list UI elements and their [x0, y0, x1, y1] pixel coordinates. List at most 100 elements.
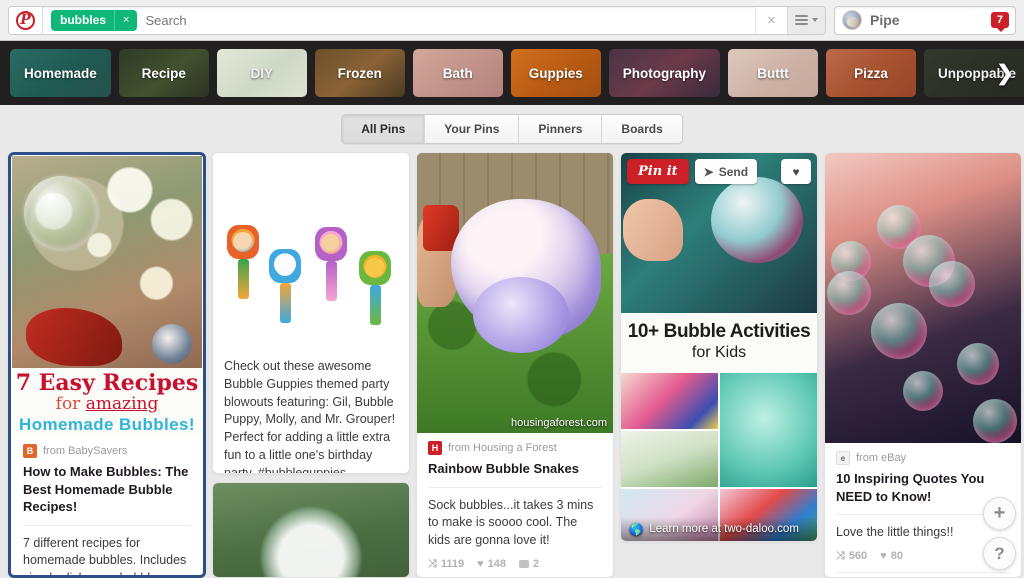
guide-tile-buttt[interactable]: Buttt — [728, 49, 819, 97]
pin-hover-actions: Pin it ➤ Send ♥ — [627, 159, 811, 184]
caption-line-1: 7 Easy Recipes — [15, 370, 199, 396]
paper-plane-icon: ➤ — [703, 164, 714, 179]
pin-card-how-to-make-bubbles[interactable]: 7 Easy Recipes for amazing Homemade Bubb… — [8, 152, 206, 578]
pin-description: 7 different recipes for homemade bubbles… — [23, 535, 187, 575]
guide-tile-label: Recipe — [141, 65, 186, 81]
top-bar: P bubbles × × Pipe 7 — [0, 0, 1024, 41]
overlay-title-line-2: for Kids — [691, 344, 747, 361]
comment-count: 2 — [532, 558, 540, 571]
bubble-shape-icon — [903, 371, 943, 411]
create-pin-button[interactable]: + — [983, 497, 1016, 530]
blowout-head — [227, 225, 259, 259]
pin-source-label: from eBay — [856, 452, 907, 464]
notification-badge[interactable]: 7 — [990, 12, 1009, 32]
pin-source[interactable]: B from BabySavers — [23, 444, 191, 458]
bubble-shape-icon — [929, 261, 975, 307]
pin-title[interactable]: Rainbow Bubble Snakes — [428, 460, 602, 487]
guide-tile-frozen[interactable]: Frozen — [314, 49, 405, 97]
learn-more-overlay[interactable]: 🌎 Learn more at two-daloo.com — [621, 517, 817, 541]
favicon-icon: H — [428, 441, 442, 455]
guide-tile-label: Photography — [622, 65, 707, 81]
guide-tile-bath[interactable]: Bath — [412, 49, 503, 97]
pin-source[interactable]: e from eBay — [836, 451, 1010, 465]
tab-your-pins[interactable]: Your Pins — [425, 114, 520, 143]
blowout-tube — [369, 285, 381, 325]
pin-meta: B from BabySavers How to Make Bubbles: T… — [12, 436, 202, 525]
search-menu-button[interactable] — [787, 6, 825, 34]
favicon-icon: B — [23, 444, 37, 458]
guide-tile-homemade[interactable]: Homemade — [10, 49, 111, 97]
help-button[interactable]: ? — [983, 537, 1016, 570]
pin-image-title-card: 10+ Bubble Activities for Kids — [621, 313, 817, 373]
search-bar[interactable]: P bubbles × × — [8, 5, 826, 35]
pin-image-caption: 7 Easy Recipes for amazing Homemade Bubb… — [12, 368, 202, 436]
comment-icon — [518, 560, 529, 569]
pin-source-label: from BabySavers — [43, 445, 128, 457]
like-button[interactable]: ♥ — [781, 159, 811, 184]
pin-column-4: Pin it ➤ Send ♥ 10+ Bubble Activities fo… — [620, 152, 818, 578]
guide-tile-label: Pizza — [854, 65, 888, 81]
search-tag-bubbles[interactable]: bubbles × — [51, 9, 138, 31]
blowout-tube — [237, 259, 249, 299]
repin-icon: ⤨ — [428, 557, 437, 570]
guide-strip: Homemade Recipe DIY Frozen Bath Guppies Photog… — [0, 41, 1024, 105]
pin-source-label: from Housing a Forest — [448, 442, 557, 454]
guide-tile-label: Buttt — [757, 65, 789, 81]
search-tag-remove-icon[interactable]: × — [114, 9, 137, 31]
pin-title[interactable]: How to Make Bubbles: The Best Homemade B… — [23, 463, 191, 525]
user-account-button[interactable]: Pipe 7 — [834, 5, 1016, 35]
image-watermark: housingaforest.com — [511, 417, 607, 429]
pinterest-home-button[interactable]: P — [9, 6, 43, 34]
globe-icon: 🌎 — [629, 524, 644, 536]
blowout-head — [315, 227, 347, 261]
pin-image[interactable] — [213, 483, 409, 578]
pin-column-1: 7 Easy Recipes for amazing Homemade Bubb… — [8, 152, 206, 578]
pin-source[interactable]: H from Housing a Forest — [428, 441, 602, 455]
comment-stat: 2 — [518, 558, 540, 571]
bubble-shape-icon — [957, 343, 999, 385]
search-input[interactable] — [137, 7, 755, 33]
pinterest-logo-icon: P — [16, 10, 35, 30]
tab-bar: All Pins Your Pins Pinners Boards — [0, 105, 1024, 152]
bubble-foam-shape-2 — [473, 277, 569, 353]
pin-column-3: housingaforest.com H from Housing a Fore… — [416, 152, 614, 578]
pin-card-bubble-guppies-blowouts[interactable]: Check out these awesome Bubble Guppies t… — [212, 152, 410, 475]
repin-stat: ⤨ 1119 — [428, 558, 464, 571]
guide-tile-pizza[interactable]: Pizza — [826, 49, 917, 97]
pin-card-rainbow-bubble-snakes[interactable]: housingaforest.com H from Housing a Fore… — [416, 152, 614, 578]
guide-tile-label: Homemade — [24, 65, 97, 81]
chevron-down-icon — [812, 18, 818, 22]
guide-tile-recipe[interactable]: Recipe — [118, 49, 209, 97]
pin-stats: ⤨ 1119 ♥ 148 2 — [417, 556, 613, 577]
bubble-shape-icon — [973, 399, 1017, 443]
bubble-shape-icon — [871, 303, 927, 359]
pin-image[interactable] — [825, 153, 1021, 443]
caption-line-3: Homemade Bubbles! — [19, 415, 195, 434]
tab-pinners[interactable]: Pinners — [519, 114, 603, 143]
pin-image[interactable] — [213, 153, 409, 349]
guides-next-arrow-icon[interactable]: ❯ — [992, 41, 1018, 105]
guide-tile-label: Guppies — [528, 65, 583, 81]
send-button[interactable]: ➤ Send — [694, 159, 758, 184]
guide-tile-diy[interactable]: DIY — [216, 49, 307, 97]
pinner-row[interactable]: Melinda — [825, 573, 1021, 577]
blowout-tube — [279, 283, 291, 323]
pin-it-button[interactable]: Pin it — [627, 159, 689, 184]
search-clear-icon[interactable]: × — [755, 6, 787, 34]
pin-card-forest-bubble[interactable] — [212, 482, 410, 578]
guide-tile-label: Bath — [442, 65, 473, 81]
repin-stat: ⤨ 560 — [836, 550, 867, 563]
caption-line-2-pre: for — [55, 394, 86, 414]
pin-image[interactable]: housingaforest.com — [417, 153, 613, 433]
pin-column-2: Check out these awesome Bubble Guppies t… — [212, 152, 410, 578]
pin-card-bubble-activities[interactable]: Pin it ➤ Send ♥ 10+ Bubble Activities fo… — [620, 152, 818, 542]
guide-tile-guppies[interactable]: Guppies — [510, 49, 601, 97]
tab-all-pins[interactable]: All Pins — [342, 114, 426, 143]
collage-cell-1 — [621, 373, 718, 429]
tab-boards[interactable]: Boards — [602, 114, 682, 143]
pin-image[interactable]: 7 Easy Recipes for amazing Homemade Bubb… — [12, 156, 202, 436]
blowout-gil — [227, 225, 259, 299]
repin-count: 1119 — [440, 558, 465, 571]
repin-icon: ⤨ — [836, 549, 845, 562]
guide-tile-photography[interactable]: Photography — [608, 49, 721, 97]
